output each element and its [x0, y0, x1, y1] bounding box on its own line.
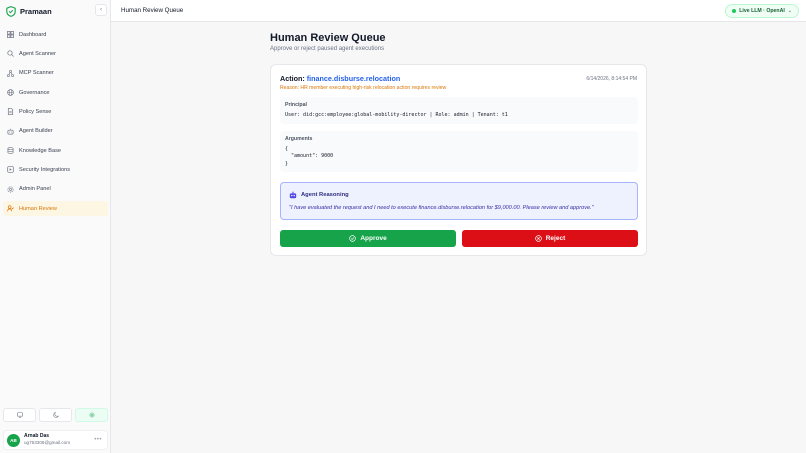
- sidebar-item-admin-panel[interactable]: Admin Panel: [3, 182, 108, 197]
- sidebar-item-label: Admin Panel: [19, 186, 51, 193]
- theme-light-button[interactable]: [75, 408, 108, 422]
- check-circle-icon: [349, 235, 357, 242]
- user-check-icon: [7, 205, 14, 212]
- llm-status-label: Live LLM · OpenAI: [739, 8, 785, 14]
- shield-icon: [6, 5, 16, 17]
- brand[interactable]: Pramaan: [6, 5, 52, 17]
- sidebar-item-label: Human Review: [19, 205, 57, 212]
- plug-icon: [7, 166, 14, 174]
- topbar-title: Human Review Queue: [121, 7, 184, 14]
- page-subtitle: Approve or reject paused agent execution…: [270, 46, 385, 52]
- reject-button[interactable]: Reject: [462, 230, 638, 247]
- llm-status-badge[interactable]: Live LLM · OpenAI ⌄: [725, 4, 799, 18]
- sidebar-item-label: Governance: [19, 89, 50, 96]
- topbar: Human Review Queue Live LLM · OpenAI ⌄: [111, 0, 806, 22]
- monitor-icon: [16, 412, 23, 418]
- sidebar-item-mcp-scanner[interactable]: MCP Scanner: [3, 66, 108, 81]
- arguments-value: { "amount": 9000 }: [285, 146, 334, 167]
- agent-reasoning-header: Agent Reasoning: [289, 191, 349, 199]
- more-options-icon[interactable]: •••: [94, 437, 102, 443]
- approve-button[interactable]: Approve: [280, 230, 456, 247]
- timestamp: 6/14/2026, 8:14:54 PM: [586, 76, 637, 82]
- sidebar-item-governance[interactable]: Governance: [3, 85, 108, 100]
- action-name: finance.disburse.relocation: [306, 74, 401, 83]
- sun-icon: [88, 412, 95, 418]
- theme-system-button[interactable]: [3, 408, 36, 422]
- page-title: Human Review Queue: [270, 32, 386, 44]
- agent-reasoning-box: Agent Reasoning "I have evaluated the re…: [280, 182, 638, 220]
- theme-dark-button[interactable]: [39, 408, 72, 422]
- sidebar-item-label: Security Integrations: [19, 166, 70, 173]
- review-card: Action: finance.disburse.relocation 6/14…: [270, 64, 647, 256]
- user-info: Arnab Das ug753306@gmail.com: [24, 434, 71, 446]
- sidebar-item-security-integrations[interactable]: Security Integrations: [3, 162, 108, 177]
- moon-icon: [52, 412, 59, 418]
- robot-icon: [289, 191, 297, 199]
- sidebar-item-label: Agent Builder: [19, 128, 53, 135]
- gear-icon: [7, 186, 14, 193]
- avatar: AB: [7, 433, 20, 447]
- reject-label: Reject: [545, 235, 566, 242]
- review-reason: Reason: HR member executing high-risk re…: [280, 85, 447, 91]
- globe-icon: [7, 89, 14, 96]
- sidebar-item-agent-builder[interactable]: Agent Builder: [3, 124, 108, 139]
- sidebar-nav: Dashboard Agent Scanner MCP Scanner Gove…: [3, 27, 108, 220]
- sidebar-item-knowledge-base[interactable]: Knowledge Base: [3, 143, 108, 158]
- approve-label: Approve: [360, 235, 387, 242]
- agent-reasoning-text: "I have evaluated the request and I need…: [289, 205, 594, 211]
- search-icon: [7, 50, 14, 58]
- sidebar-item-agent-scanner[interactable]: Agent Scanner: [3, 46, 108, 61]
- agent-reasoning-label: Agent Reasoning: [301, 192, 349, 198]
- sidebar-item-label: Dashboard: [19, 31, 47, 38]
- status-dot-icon: [732, 9, 737, 13]
- action-heading: Action: finance.disburse.relocation: [280, 74, 400, 83]
- network-icon: [7, 69, 14, 77]
- user-email: ug753306@gmail.com: [24, 440, 71, 446]
- principal-value: User: did:gcc:employee:global-mobility-d…: [285, 112, 508, 118]
- x-circle-icon: [534, 235, 542, 242]
- grid-icon: [7, 31, 14, 38]
- sidebar-item-label: MCP Scanner: [19, 70, 54, 77]
- chevron-left-icon: ‹: [100, 7, 102, 13]
- principal-label: Principal: [285, 102, 307, 108]
- sidebar: Pramaan ‹ Dashboard Agent Scanner MCP Sc…: [0, 0, 111, 453]
- sidebar-item-label: Knowledge Base: [19, 147, 61, 154]
- arguments-label: Arguments: [285, 136, 313, 142]
- sidebar-item-policy-sense[interactable]: Policy Sense: [3, 104, 108, 119]
- user-profile[interactable]: AB Arnab Das ug753306@gmail.com •••: [3, 430, 108, 450]
- sidebar-item-human-review[interactable]: Human Review: [3, 201, 108, 217]
- sidebar-item-dashboard[interactable]: Dashboard: [3, 27, 108, 42]
- brand-name: Pramaan: [20, 6, 52, 16]
- bot-icon: [7, 128, 14, 135]
- collapse-sidebar-button[interactable]: ‹: [95, 4, 107, 16]
- principal-box: Principal User: did:gcc:employee:global-…: [280, 97, 638, 124]
- database-icon: [7, 147, 14, 154]
- action-label: Action:: [280, 74, 305, 83]
- chevron-down-icon: ⌄: [787, 8, 792, 14]
- sidebar-item-label: Policy Sense: [19, 108, 52, 115]
- sidebar-item-label: Agent Scanner: [19, 50, 57, 57]
- document-icon: [7, 108, 14, 116]
- theme-switcher: [3, 408, 108, 422]
- arguments-box: Arguments { "amount": 9000 }: [280, 131, 638, 172]
